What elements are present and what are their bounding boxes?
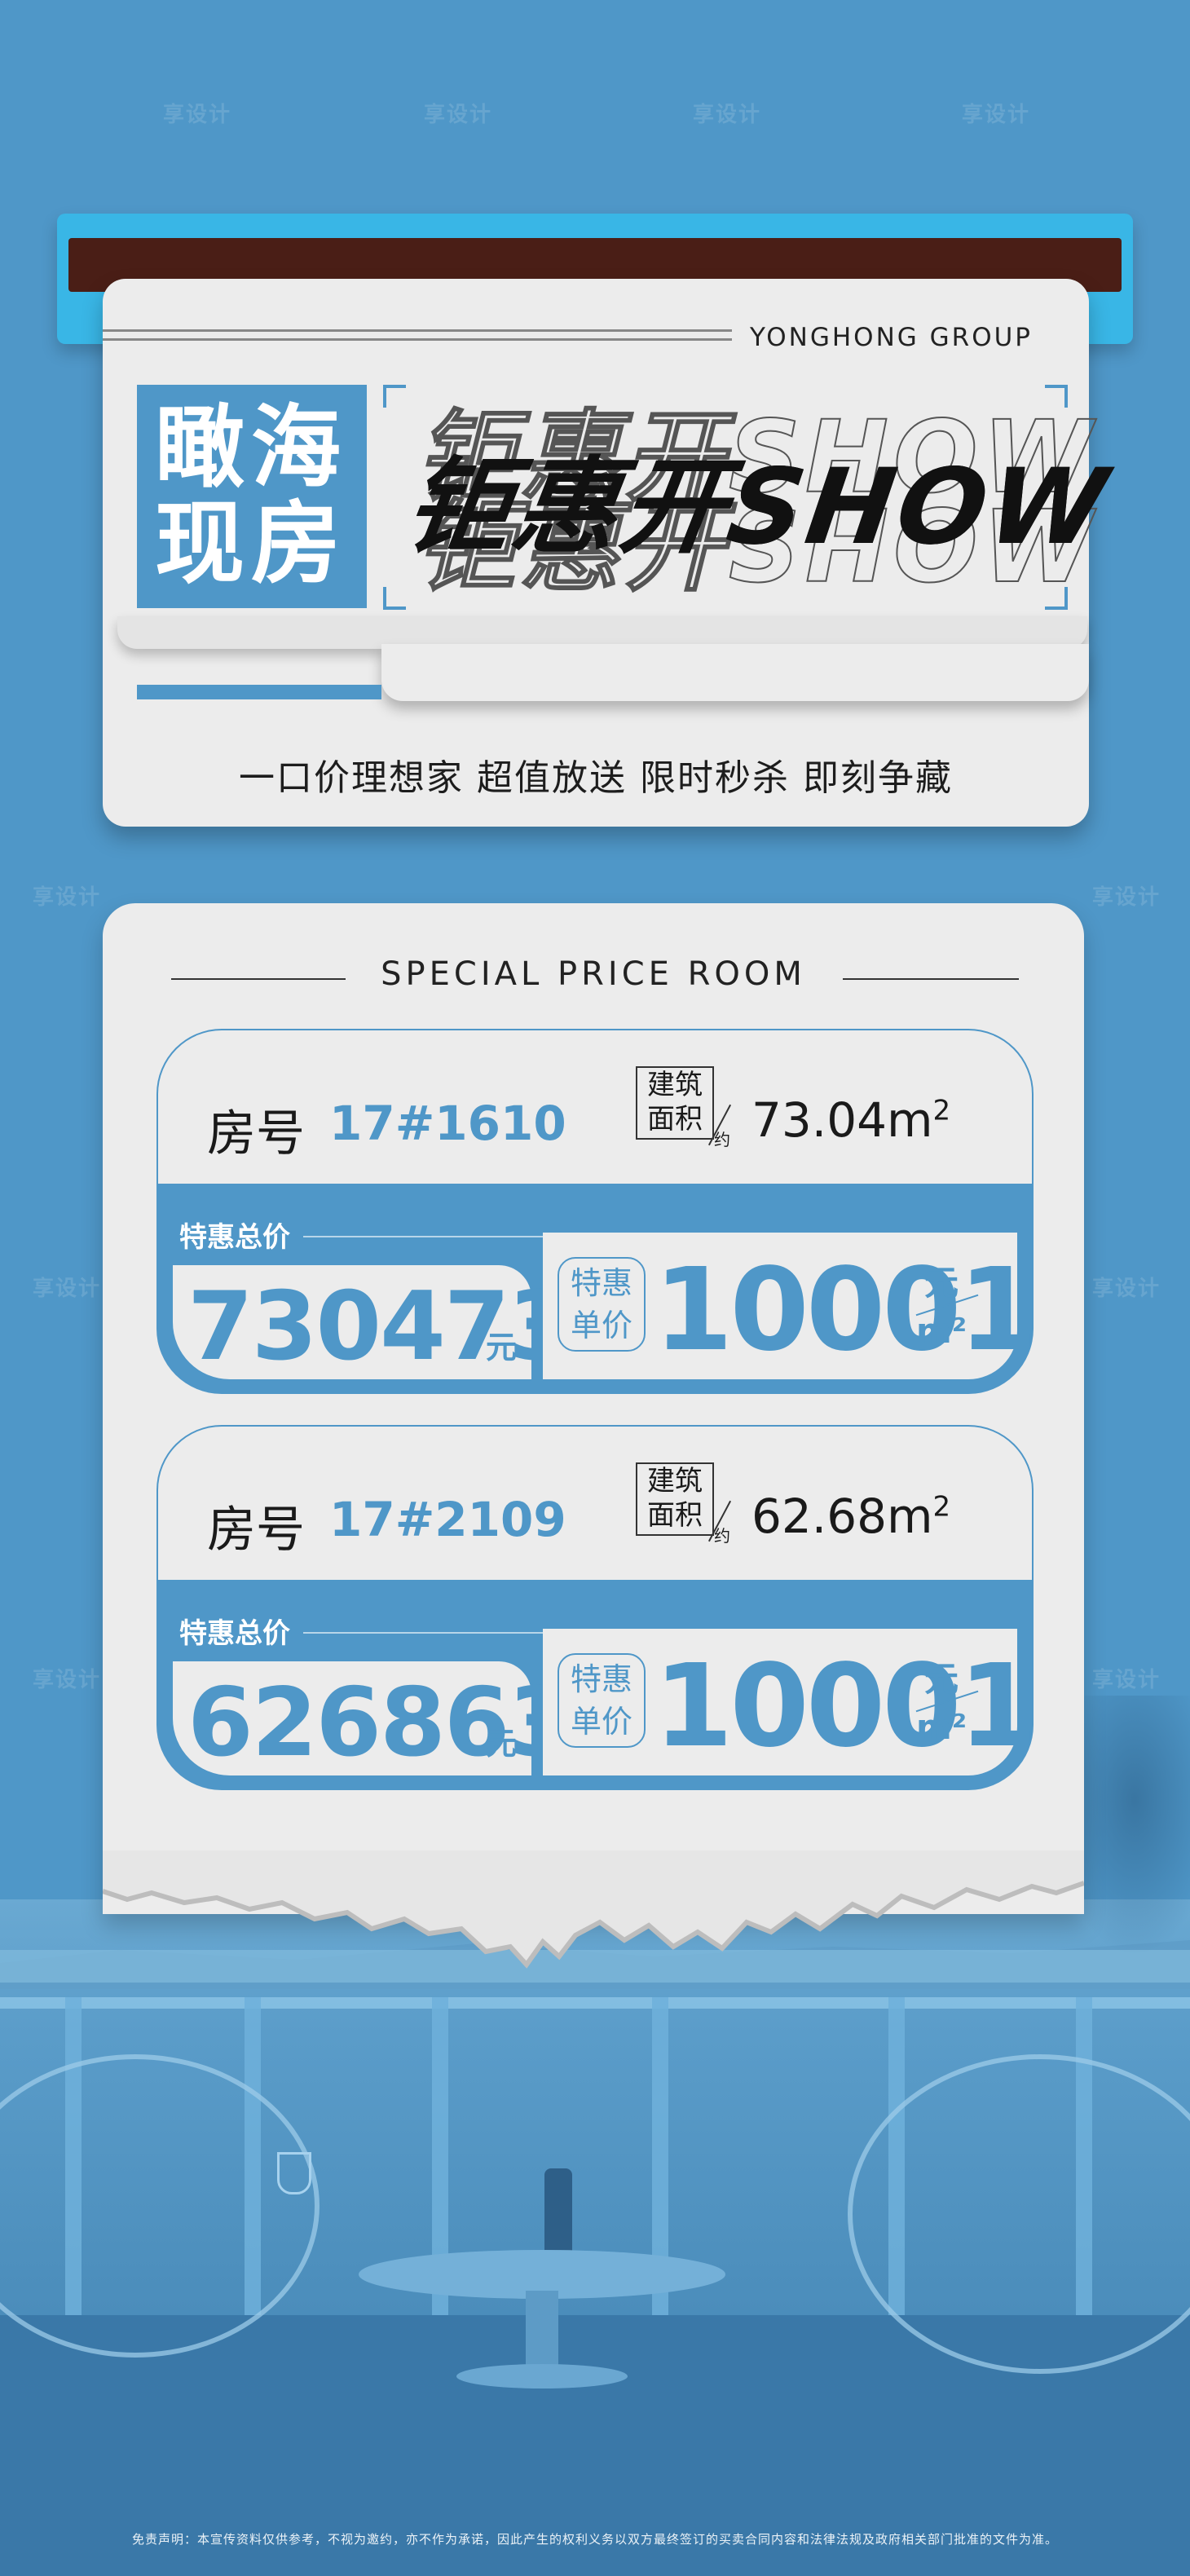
area-label: 建筑 面积	[636, 1066, 714, 1140]
watermark: 享设计	[33, 1277, 102, 1301]
torn-paper-edge	[103, 1850, 1084, 1969]
headline-frame: 钜惠开SHOW 钜惠开SHOW 钜惠开SHOW	[383, 385, 1117, 610]
tab-stripe	[137, 685, 381, 699]
area-value: 62.68m2	[751, 1489, 950, 1544]
watermark: 享设计	[1092, 1277, 1161, 1301]
room-header: 房号 17#1610 建筑 面积 约 73.04m2	[156, 1029, 1034, 1184]
area-exponent: 2	[932, 1490, 951, 1524]
tab-layer	[381, 644, 1089, 701]
unit-price-currency: 元	[924, 1263, 959, 1303]
room-price-panel: 特惠总价 626863 元 特惠 单价 10001 元 m²	[156, 1580, 1038, 1790]
brand-name: YONGHONG GROUP	[750, 323, 1033, 352]
table-leg	[526, 2291, 558, 2372]
header-rules	[103, 329, 732, 347]
total-price-label: 特惠总价	[179, 1221, 290, 1254]
unit-price-box: 特惠 单价 10001 元 m²	[543, 1629, 1038, 1775]
watermark: 享设计	[424, 103, 493, 127]
wine-glass	[277, 2152, 311, 2194]
total-price-unit: 元	[486, 1330, 518, 1365]
area-label-line-1: 建筑	[647, 1069, 703, 1101]
title-rule-right	[843, 978, 1019, 980]
headline: 钜惠开SHOW	[397, 447, 1117, 568]
location-tab-text: 瞰海 现房	[155, 399, 359, 592]
total-price-box: 730473 元	[173, 1265, 574, 1382]
watermark: 享设计	[1092, 885, 1161, 910]
area-approx: 约	[714, 1526, 730, 1546]
watermark: 享设计	[163, 103, 232, 127]
unit-badge-line-2: 单价	[570, 1308, 632, 1343]
disclaimer: 免责声明：本宣传资料仅供参考，不视为邀约，亦不作为承诺，因此产生的权利义务以双方…	[131, 2532, 1058, 2547]
area-label-line-2: 面积	[647, 1499, 703, 1532]
poster: 享设计 享设计 享设计 享设计 享设计 享设计 享设计 享设计 享设计 享设计 …	[0, 0, 1190, 2576]
area-exponent: 2	[932, 1094, 951, 1127]
area-label-line-1: 建筑	[647, 1465, 703, 1498]
total-price-label: 特惠总价	[179, 1617, 290, 1650]
unit-price-badge: 特惠 单价	[558, 1653, 646, 1748]
total-price-box: 626863 元	[173, 1661, 574, 1778]
unit-price-box: 特惠 单价 10001 元 m²	[543, 1233, 1038, 1379]
unit-price-currency: 元	[924, 1659, 959, 1699]
room-price-panel: 特惠总价 730473 元 特惠 单价 10001 元 m²	[156, 1184, 1038, 1394]
unit-price-badge: 特惠 单价	[558, 1257, 646, 1352]
room-card: 房号 17#1610 建筑 面积 约 73.04m2 特惠总价 730473 元…	[156, 1029, 1038, 1394]
area-value: 73.04m2	[751, 1092, 950, 1148]
area-number: 62.68m	[751, 1489, 933, 1544]
area-label-line-2: 面积	[647, 1103, 703, 1136]
watermark: 享设计	[33, 885, 102, 910]
total-price-unit: 元	[486, 1726, 518, 1762]
special-title: SPECIAL PRICE ROOM	[381, 955, 806, 993]
watermark: 享设计	[1092, 1668, 1161, 1692]
room-number: 17#1610	[329, 1096, 566, 1151]
frame-corner	[383, 385, 406, 408]
room-number: 17#2109	[329, 1492, 566, 1547]
unit-price: 10001	[654, 1640, 1038, 1773]
room-number-label: 房号	[207, 1105, 305, 1162]
tagline: 一口价理想家 超值放送 限时秒杀 即刻争藏	[239, 757, 953, 799]
table-base	[456, 2364, 628, 2389]
area-label: 建筑 面积	[636, 1462, 714, 1536]
unit-price-area-unit: m²	[916, 1707, 967, 1747]
area-number: 73.04m	[751, 1092, 933, 1148]
frame-corner	[383, 587, 406, 610]
unit-price: 10001	[654, 1244, 1038, 1377]
balcony-rail	[0, 1997, 1190, 2009]
wine-bottle	[544, 2168, 572, 2258]
unit-badge-line-2: 单价	[570, 1704, 632, 1740]
tab-line-2: 现房	[155, 492, 347, 596]
unit-badge-line-1: 特惠	[570, 1661, 632, 1697]
room-number-label: 房号	[207, 1502, 305, 1559]
unit-badge-line-1: 特惠	[570, 1265, 632, 1301]
tab-line-1: 瞰海	[155, 395, 347, 500]
watermark: 享设计	[962, 103, 1031, 127]
unit-price-area-unit: m²	[916, 1311, 967, 1351]
watermark: 享设计	[693, 103, 762, 127]
watermark: 享设计	[33, 1668, 102, 1692]
room-card: 房号 17#2109 建筑 面积 约 62.68m2 特惠总价 626863 元…	[156, 1425, 1038, 1790]
area-approx: 约	[714, 1130, 730, 1149]
room-header: 房号 17#2109 建筑 面积 约 62.68m2	[156, 1425, 1034, 1580]
